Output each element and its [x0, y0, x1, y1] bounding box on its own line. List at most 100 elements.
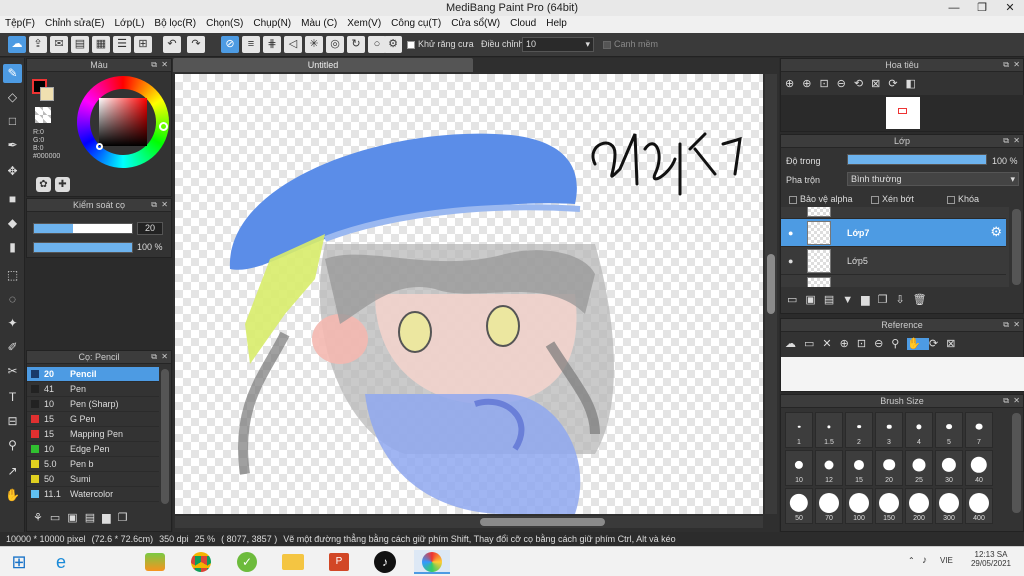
layer-row[interactable]	[781, 207, 1006, 219]
brush-size-cell[interactable]: 15	[845, 450, 873, 486]
brush-size-cell[interactable]: 10	[785, 450, 813, 486]
drawing-canvas[interactable]	[175, 74, 763, 514]
panel-popout-icon[interactable]: ⧉	[151, 60, 157, 70]
background-color-swatch[interactable]	[40, 87, 54, 101]
menu-edit[interactable]: Chỉnh sửa(E)	[40, 16, 110, 29]
brush-item[interactable]: 15 G Pen	[27, 412, 159, 427]
new-halftone-layer-icon[interactable]: ▣	[805, 294, 823, 306]
menu-layer[interactable]: Lớp(L)	[110, 16, 150, 29]
brush-size-cell[interactable]: 40	[965, 450, 993, 486]
chrome-icon[interactable]	[186, 550, 216, 574]
medibang-taskbar-icon[interactable]	[414, 550, 450, 574]
gradient-icon[interactable]: ▮	[3, 238, 22, 257]
select-eraser-icon[interactable]: ✂	[3, 362, 22, 381]
zoom-out-icon[interactable]: ⊖	[837, 78, 854, 90]
panel-close-icon[interactable]: ✕	[161, 200, 168, 209]
panel-close-icon[interactable]: ✕	[161, 352, 168, 361]
menu-window[interactable]: Cửa sổ(W)	[446, 16, 505, 29]
pen-icon[interactable]: ↗	[3, 462, 22, 481]
vanishing-snap-icon[interactable]: ◁	[284, 36, 302, 53]
bluestacks-icon[interactable]	[140, 550, 170, 574]
dot-icon[interactable]: □	[3, 112, 22, 131]
menu-color[interactable]: Màu (C)	[296, 16, 342, 29]
zoom-actual-icon[interactable]: ⊡	[819, 78, 836, 90]
layer-scrollbar[interactable]	[1012, 209, 1021, 285]
brush-size-cell[interactable]: 2	[845, 412, 873, 448]
radial-snap-icon[interactable]: ✳	[305, 36, 323, 53]
hue-wheel[interactable]	[77, 76, 169, 168]
language-indicator[interactable]: VIE	[940, 556, 953, 565]
move-icon[interactable]: ✥	[3, 162, 22, 181]
brush-import-icon[interactable]: ▤	[85, 512, 102, 524]
add-layer-menu-icon[interactable]: ▼	[842, 294, 861, 306]
eyedropper-icon[interactable]: ⚲	[3, 436, 22, 455]
snap-off-icon[interactable]: ⊘	[221, 36, 239, 53]
panel-icon[interactable]: ⊟	[3, 412, 22, 431]
menu-capture[interactable]: Chụp(N)	[248, 16, 296, 29]
zoom-in-icon[interactable]: ⊕	[840, 338, 857, 350]
magic-wand-icon[interactable]: ✦	[3, 314, 22, 333]
layer-opacity-slider[interactable]	[847, 154, 987, 165]
brush-size-scrollbar[interactable]	[1012, 413, 1021, 513]
folder-icon[interactable]: ▆	[102, 512, 117, 524]
brush-size-cell[interactable]: 150	[875, 488, 903, 524]
eyedropper-icon[interactable]: ⚲	[891, 338, 907, 350]
hue-handle[interactable]	[159, 122, 168, 131]
reference-open-icon[interactable]: ▭	[804, 338, 822, 350]
transparent-swatch[interactable]	[35, 107, 51, 123]
brush-stroke-icon[interactable]: ✒	[3, 136, 22, 155]
brush-size-cell[interactable]: 12	[815, 450, 843, 486]
color-handle[interactable]	[96, 143, 103, 150]
vertical-scroll-thumb[interactable]	[767, 254, 775, 314]
reference-cloud-icon[interactable]: ☁	[785, 338, 804, 350]
brush-item[interactable]: 41 Pen	[27, 382, 159, 397]
brush-size-cell[interactable]: 300	[935, 488, 963, 524]
horizontal-scroll-thumb[interactable]	[480, 518, 605, 526]
panel-popout-icon[interactable]: ⧉	[1003, 320, 1009, 330]
layer-row-selected[interactable]: ● Lớp7 ⚙	[781, 219, 1006, 247]
brush-list-scrollbar[interactable]	[161, 369, 169, 504]
list-icon[interactable]: ☰	[113, 36, 131, 53]
palette-add-icon[interactable]: ✚	[55, 177, 70, 192]
brush-settings-icon[interactable]: ▭	[50, 512, 67, 524]
panel-close-icon[interactable]: ✕	[161, 60, 168, 69]
menu-tools[interactable]: Công cụ(T)	[386, 16, 446, 29]
zoom-out-icon[interactable]: ⊖	[874, 338, 891, 350]
reset-icon[interactable]: ⟳	[888, 78, 905, 90]
layer-row[interactable]	[781, 275, 1006, 287]
brush-item[interactable]: 5.0 Pen b	[27, 457, 159, 472]
brush-size-value[interactable]: 20	[137, 222, 163, 235]
tiktok-icon[interactable]: ♪	[370, 550, 400, 574]
fit-icon[interactable]: ⊠	[946, 338, 963, 350]
grid-icon[interactable]: ⊞	[134, 36, 152, 53]
zoom-actual-icon[interactable]: ⊡	[857, 338, 874, 350]
brush-size-cell[interactable]: 5	[935, 412, 963, 448]
document-tab[interactable]: Untitled	[173, 58, 473, 72]
layer-row[interactable]: ● Lớp5	[781, 247, 1006, 275]
duplicate-icon[interactable]: ❐	[118, 512, 135, 524]
bucket-icon[interactable]: ◆	[3, 214, 22, 233]
menu-filter[interactable]: Bộ lọc(R)	[149, 16, 201, 29]
brush-size-cell[interactable]: 50	[785, 488, 813, 524]
eraser-icon[interactable]: ◇	[3, 88, 22, 107]
panel-popout-icon[interactable]: ⧉	[1003, 136, 1009, 146]
minimize-button[interactable]: —	[940, 0, 968, 16]
volume-icon[interactable]: ♪	[922, 555, 927, 566]
new-layer-8bit-icon[interactable]: ▤	[824, 294, 842, 306]
brush-item[interactable]: 10 Pen (Sharp)	[27, 397, 159, 412]
reference-close-icon[interactable]: ✕	[822, 338, 839, 350]
flip-icon[interactable]: ◧	[906, 78, 924, 90]
undo-icon[interactable]: ↶	[163, 36, 181, 53]
maximize-button[interactable]: ❐	[968, 0, 996, 16]
layers-icon[interactable]: ▤	[71, 36, 89, 53]
brush-size-cell[interactable]: 20	[875, 450, 903, 486]
brush-size-cell[interactable]: 1	[785, 412, 813, 448]
clipping-checkbox[interactable]	[871, 195, 879, 204]
parallel-snap-icon[interactable]: ≡	[242, 36, 260, 53]
select-icon[interactable]: ⬚	[3, 266, 22, 285]
menu-select[interactable]: Chọn(S)	[201, 16, 248, 29]
settings-icon[interactable]: ⚙	[384, 36, 402, 53]
windows-start-icon[interactable]: ⊞	[4, 550, 34, 574]
hand-icon[interactable]: ✋	[3, 486, 22, 505]
adjust-dropdown[interactable]: 10 ▾	[522, 37, 594, 52]
